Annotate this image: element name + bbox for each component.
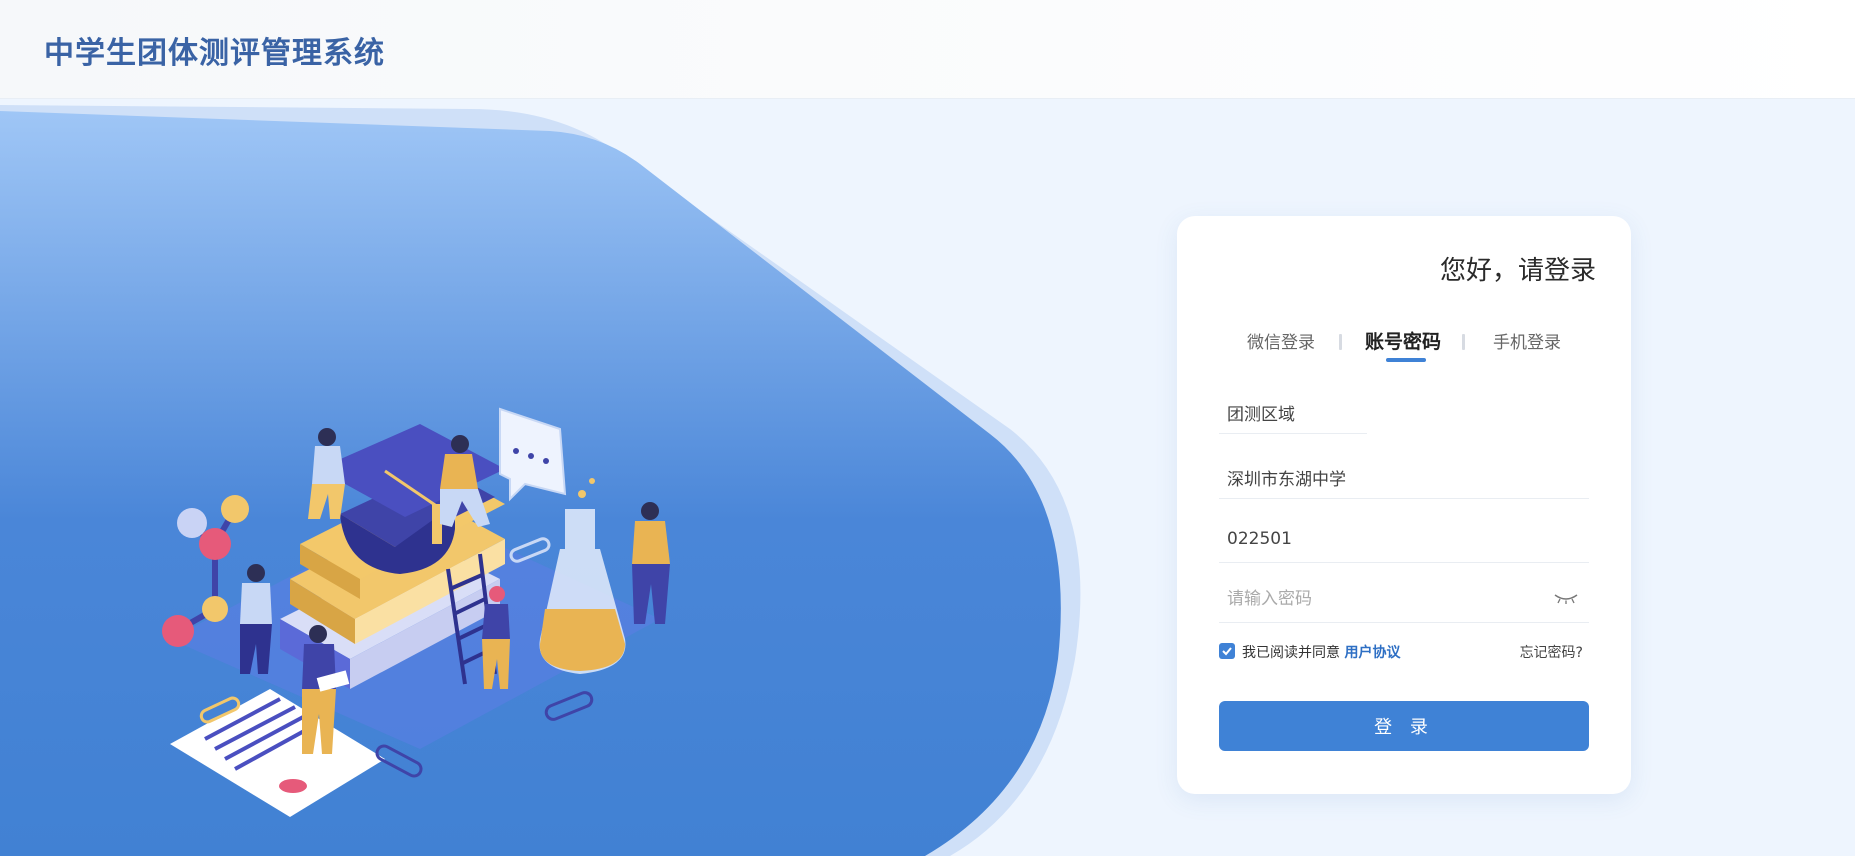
region-select[interactable]: 团测区域 (1219, 386, 1367, 434)
tab-divider (1339, 334, 1342, 350)
agreement-row: 我已阅读并同意 用户协议 忘记密码? (1219, 641, 1589, 663)
account-value: 022501 (1227, 529, 1292, 549)
checkbox-check-icon (1222, 647, 1232, 656)
login-card: 您好，请登录 微信登录 账号密码 手机登录 团测区域 深圳市东湖中学 02250… (1177, 216, 1631, 794)
region-value: 团测区域 (1227, 405, 1295, 425)
login-tabs: 微信登录 账号密码 手机登录 (1177, 328, 1631, 368)
user-agreement-link[interactable]: 用户协议 (1344, 645, 1400, 661)
agreement-label: 我已阅读并同意 (1242, 645, 1340, 661)
school-field[interactable]: 深圳市东湖中学 (1219, 451, 1589, 499)
app-title: 中学生团体测评管理系统 (44, 36, 385, 71)
agreement-checkbox[interactable] (1219, 643, 1235, 659)
forgot-password-link[interactable]: 忘记密码? (1520, 642, 1583, 662)
active-tab-indicator (1386, 358, 1426, 362)
agreement-text: 我已阅读并同意 用户协议 (1242, 642, 1400, 662)
password-field (1219, 575, 1589, 623)
top-header: 中学生团体测评管理系统 (0, 0, 1855, 99)
tab-divider (1462, 334, 1465, 350)
school-value: 深圳市东湖中学 (1227, 470, 1346, 490)
login-greeting: 您好，请登录 (1439, 256, 1596, 286)
tab-phone-login[interactable]: 手机登录 (1493, 328, 1561, 353)
account-field[interactable]: 022501 (1219, 515, 1589, 563)
eye-closed-icon[interactable] (1553, 591, 1579, 605)
login-button[interactable]: 登 录 (1219, 701, 1589, 751)
tab-wechat-login[interactable]: 微信登录 (1247, 328, 1315, 353)
password-input[interactable] (1227, 585, 1527, 613)
tab-account-password[interactable]: 账号密码 (1365, 327, 1441, 354)
hero-illustration (0, 105, 1081, 856)
